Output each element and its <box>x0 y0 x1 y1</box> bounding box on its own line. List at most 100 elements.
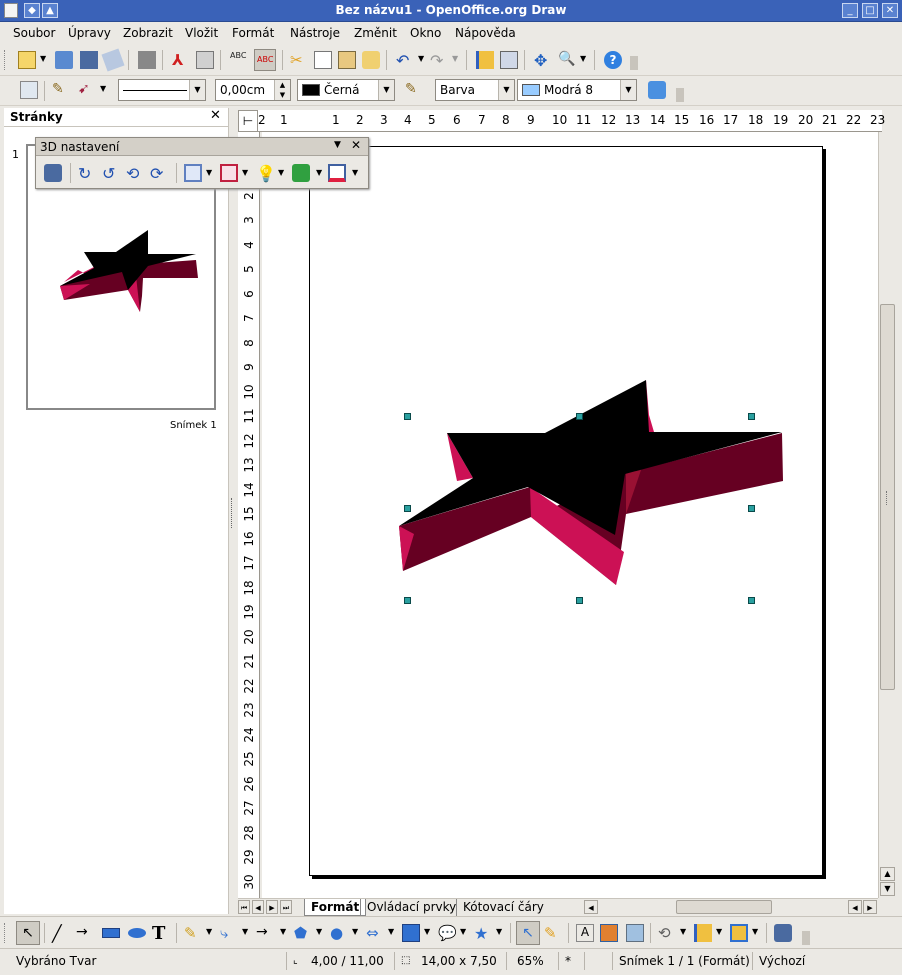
line-width-spin-icon[interactable]: ▲ ▼ <box>274 80 290 100</box>
last-tab-icon[interactable]: ⏭ <box>280 900 292 914</box>
selection-handle-bottom[interactable] <box>576 597 583 604</box>
tilt-down-icon[interactable]: ↻ <box>78 164 96 183</box>
splitter-grip[interactable] <box>231 498 234 528</box>
line-style-select[interactable]: ▼ <box>118 79 206 101</box>
chevron-down-icon[interactable]: ▼ <box>189 80 205 100</box>
symbol-shapes-icon[interactable]: ● <box>330 924 348 942</box>
select-pointer-icon[interactable]: ↖ <box>16 921 40 945</box>
basic-shapes-dropdown-arrow-icon[interactable]: ▼ <box>316 927 322 936</box>
arrow-style-dropdown-arrow-icon[interactable]: ▼ <box>100 84 106 93</box>
save-icon[interactable] <box>80 51 98 69</box>
paste-icon[interactable] <box>338 51 356 69</box>
horizontal-scroll-thumb[interactable] <box>676 900 772 914</box>
tilt-right-icon[interactable]: ⟳ <box>150 164 168 183</box>
copy-icon[interactable] <box>314 51 332 69</box>
scroll-down-arrow-icon[interactable]: ▼ <box>880 882 895 896</box>
table-icon[interactable] <box>500 51 518 69</box>
close-button[interactable]: ✕ <box>882 3 898 18</box>
menu-nastroje[interactable]: Nástroje <box>290 26 340 40</box>
line-tool-icon[interactable]: ╱ <box>52 924 70 943</box>
selection-handle-top[interactable] <box>576 413 583 420</box>
depth-dropdown-arrow-icon[interactable]: ▼ <box>206 168 212 177</box>
vertical-ruler[interactable]: 1234567891011121314151617181920212223242… <box>238 132 260 898</box>
minimize-button[interactable]: _ <box>842 3 858 18</box>
arrow-style-icon[interactable]: ➹ <box>78 81 96 99</box>
print-icon[interactable] <box>138 51 156 69</box>
tab-ovladaci-prvky[interactable]: Ovládací prvky <box>360 899 462 916</box>
depth-icon[interactable] <box>184 164 202 182</box>
lines-arrows-tool-icon[interactable]: → <box>256 924 274 942</box>
area-color-select[interactable]: Modrá 8 ▼ <box>517 79 637 101</box>
text-tool-icon[interactable]: T <box>152 923 170 944</box>
maximize-button[interactable]: □ <box>862 3 878 18</box>
chevron-down-icon[interactable]: ▼ <box>378 80 394 100</box>
glue-points-icon[interactable]: ✎ <box>544 924 562 942</box>
menu-zmenit[interactable]: Změnit <box>354 26 397 40</box>
direction-dropdown-arrow-icon[interactable]: ▼ <box>242 168 248 177</box>
undo-icon[interactable]: ↶ <box>396 51 414 70</box>
fontwork-icon[interactable]: A <box>576 924 594 942</box>
line-color-select[interactable]: Černá ▼ <box>297 79 395 101</box>
panel-splitter[interactable] <box>229 108 237 914</box>
next-tab-icon[interactable]: ▶ <box>266 900 278 914</box>
selection-handle-bottom-left[interactable] <box>404 597 411 604</box>
block-arrows-icon[interactable]: ⇔ <box>366 924 384 942</box>
selection-handle-left[interactable] <box>404 505 411 512</box>
show-draw-functions-icon[interactable]: ✥ <box>534 51 552 70</box>
chevron-down-icon[interactable]: ▼ <box>620 80 636 100</box>
toolbar-overflow-icon[interactable] <box>802 931 810 945</box>
menu-soubor[interactable]: Soubor <box>13 26 55 40</box>
new-dropdown-arrow-icon[interactable]: ▼ <box>40 54 46 63</box>
flowchart-dropdown-arrow-icon[interactable]: ▼ <box>424 927 430 936</box>
zoom-icon[interactable]: 🔍 <box>558 51 576 69</box>
area-style-select[interactable]: Barva ▼ <box>435 79 515 101</box>
new-document-icon[interactable] <box>18 51 36 69</box>
area-icon[interactable]: ✎ <box>405 81 423 99</box>
lines-arrows-dropdown-arrow-icon[interactable]: ▼ <box>280 927 286 936</box>
menu-upravy[interactable]: Úpravy <box>68 26 111 40</box>
spellcheck-icon[interactable]: ABC <box>230 51 248 69</box>
tilt-left-icon[interactable]: ⟲ <box>126 164 144 183</box>
rotate-icon[interactable]: ⟲ <box>658 924 676 942</box>
cut-icon[interactable]: ✂ <box>290 51 308 69</box>
from-file-icon[interactable] <box>600 924 618 942</box>
prev-tab-icon[interactable]: ◀ <box>252 900 264 914</box>
print-direct-icon[interactable] <box>196 51 214 69</box>
3d-toolbar-titlebar[interactable]: 3D nastavení ▼ ✕ <box>36 138 368 156</box>
selection-handle-top-right[interactable] <box>748 413 755 420</box>
vertical-scroll-thumb[interactable] <box>880 304 895 690</box>
line-arrow-tool-icon[interactable]: → <box>76 924 94 942</box>
stars-icon[interactable]: ★ <box>474 924 492 943</box>
clone-formatting-icon[interactable] <box>362 51 380 69</box>
callouts-icon[interactable]: 💬 <box>438 924 457 942</box>
chart-icon[interactable] <box>476 51 494 69</box>
scroll-right-arrow-icon[interactable]: ▶ <box>863 900 877 914</box>
selection-handle-top-left[interactable] <box>404 413 411 420</box>
connector-dropdown-arrow-icon[interactable]: ▼ <box>242 927 248 936</box>
scroll-left-arrow-icon[interactable]: ◀ <box>848 900 862 914</box>
points-icon[interactable]: ↖ <box>516 921 540 945</box>
toolbar-overflow-icon[interactable] <box>630 56 638 70</box>
toolbar-grip[interactable] <box>4 923 7 943</box>
flowchart-icon[interactable] <box>402 924 420 942</box>
close-panel-icon[interactable]: ✕ <box>210 108 221 123</box>
first-tab-icon[interactable]: ⏮ <box>238 900 250 914</box>
block-arrows-dropdown-arrow-icon[interactable]: ▼ <box>388 927 394 936</box>
line-width-field[interactable]: 0,00cm ▲ ▼ <box>215 79 291 101</box>
selection-handle-right[interactable] <box>748 505 755 512</box>
chevron-down-icon[interactable]: ▼ <box>498 80 514 100</box>
extrusion-onoff-icon[interactable] <box>774 924 792 942</box>
scroll-up-arrow-icon[interactable]: ▲ <box>880 867 895 881</box>
styles-icon[interactable] <box>20 81 38 99</box>
lighting-icon[interactable]: 💡 <box>256 164 276 183</box>
toolbar-menu-icon[interactable]: ▼ <box>334 140 341 150</box>
stars-dropdown-arrow-icon[interactable]: ▼ <box>496 927 502 936</box>
lighting-dropdown-arrow-icon[interactable]: ▼ <box>278 168 284 177</box>
callouts-dropdown-arrow-icon[interactable]: ▼ <box>460 927 466 936</box>
zoom-dropdown-arrow-icon[interactable]: ▼ <box>580 54 586 63</box>
surface-dropdown-arrow-icon[interactable]: ▼ <box>316 168 322 177</box>
3d-color-icon[interactable] <box>328 164 346 182</box>
close-toolbar-icon[interactable]: ✕ <box>351 138 361 152</box>
menu-format[interactable]: Formát <box>232 26 274 40</box>
menu-vlozit[interactable]: Vložit <box>185 26 218 40</box>
